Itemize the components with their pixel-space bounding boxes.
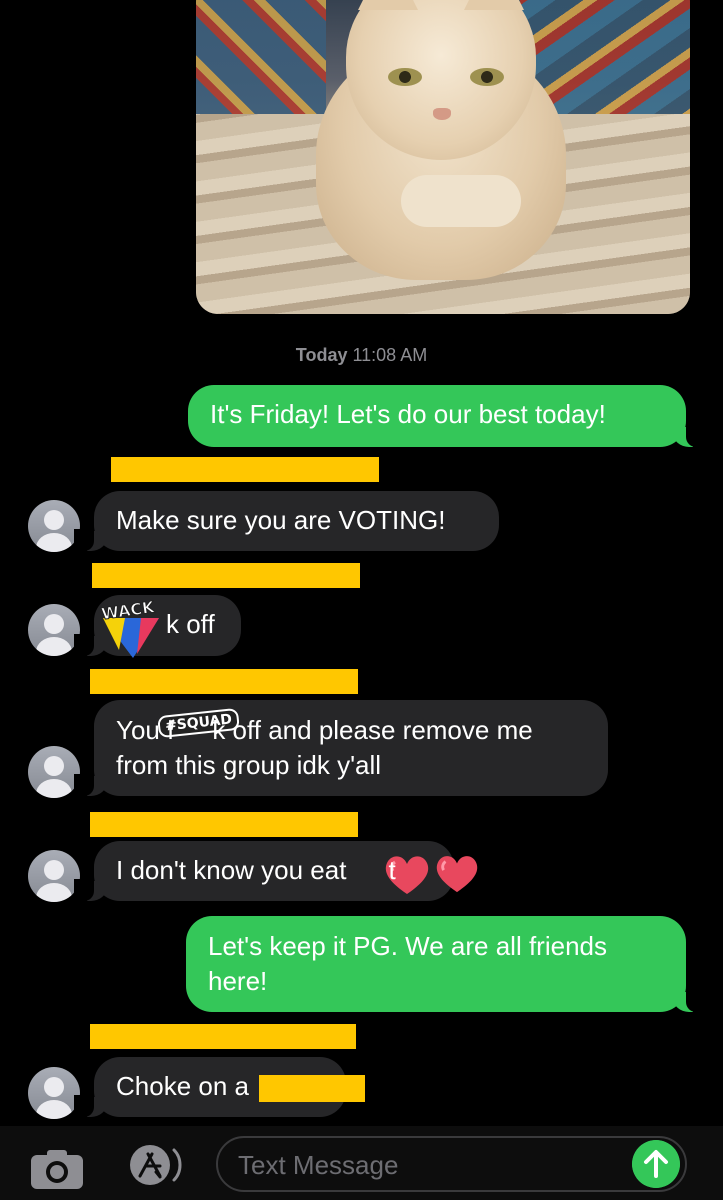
message-text: k off: [166, 609, 215, 639]
contact-avatar[interactable]: [28, 850, 80, 902]
timestamp-time: 11:08 AM: [352, 345, 428, 365]
text-message-input[interactable]: [238, 1147, 618, 1183]
redacted-word: [259, 1075, 365, 1102]
message-text-part: I don't know you eat: [116, 855, 347, 885]
message-text-part: k off and please remove me: [212, 715, 533, 745]
redacted-sender-name: [90, 812, 358, 837]
contact-avatar[interactable]: [28, 604, 80, 656]
message-text-line2: here!: [208, 966, 268, 996]
redacted-sender-name: [111, 457, 379, 482]
redacted-sender-name: [90, 669, 358, 694]
send-arrow-icon[interactable]: [632, 1140, 680, 1188]
cat-ear: [358, 0, 418, 10]
redacted-sender-name: [90, 1024, 356, 1049]
app-store-icon[interactable]: [122, 1144, 186, 1186]
heart-sticker: [436, 856, 478, 893]
text-message-field[interactable]: [216, 1136, 687, 1192]
message-timestamp: Today 11:08 AM: [0, 345, 723, 366]
cat-nose: [433, 108, 451, 120]
message-text-line1: Let's keep it PG. We are all friends: [208, 931, 608, 961]
message-text-part: t: [388, 855, 396, 885]
message-text: It's Friday! Let's do our best today!: [210, 399, 606, 429]
message-text-line2: from this group idk y'all: [116, 750, 382, 780]
contact-avatar[interactable]: [28, 1067, 80, 1119]
contact-avatar[interactable]: [28, 500, 80, 552]
message-text: Choke on a: [116, 1071, 249, 1101]
incoming-message[interactable]: You f k off and please remove me from thi…: [74, 700, 608, 796]
camera-icon[interactable]: [30, 1148, 84, 1190]
message-text-part: You f: [116, 715, 175, 745]
redacted-sender-name: [92, 563, 360, 588]
cat-photo-attachment[interactable]: [196, 0, 690, 314]
timestamp-day: Today: [295, 345, 348, 365]
message-text: Make sure you are VOTING!: [116, 505, 446, 535]
contact-avatar[interactable]: [28, 746, 80, 798]
incoming-message[interactable]: Make sure you are VOTING!: [74, 491, 499, 551]
cat-eye: [388, 68, 422, 86]
outgoing-message[interactable]: Let's keep it PG. We are all friends her…: [186, 916, 706, 1012]
outgoing-message[interactable]: It's Friday! Let's do our best today!: [188, 385, 706, 447]
cat-ear: [464, 0, 524, 10]
wack-sticker: WACK: [100, 598, 159, 658]
cat-eye: [470, 68, 504, 86]
cat-paws: [401, 175, 521, 227]
